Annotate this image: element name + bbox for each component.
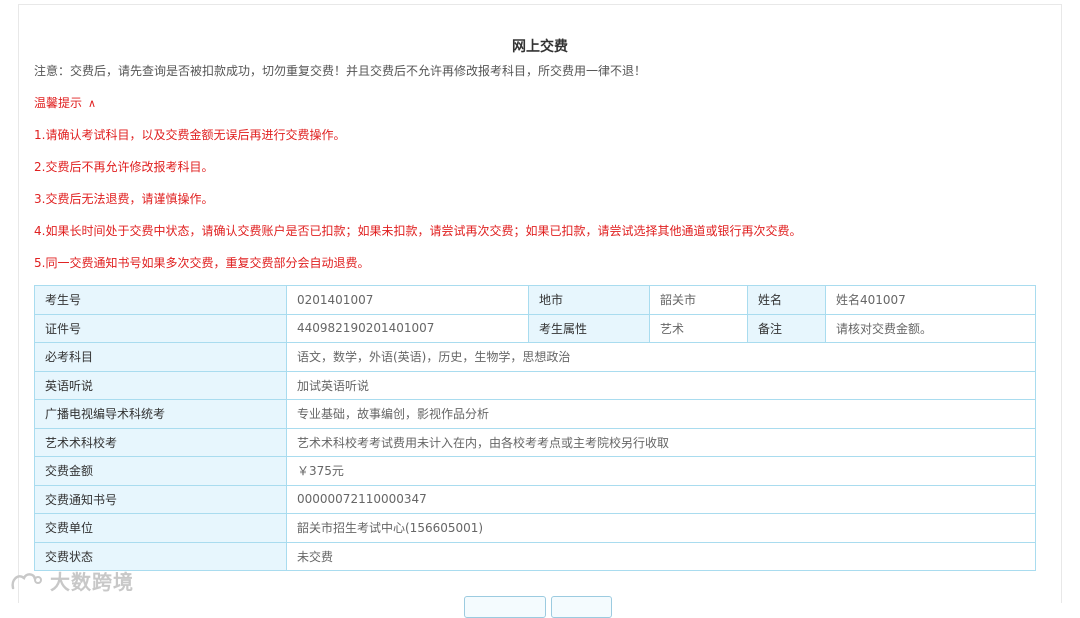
tip-item-2: 2.交费后不再允许修改报考科目。 [34,160,214,174]
page-title: 网上交费 [512,39,568,55]
tips-toggle[interactable]: 温馨提示 ∧ [34,94,96,111]
value-city: 韶关市 [649,285,748,315]
label-payee-unit: 交费单位 [34,513,287,543]
back-button[interactable] [551,596,612,618]
label-candidate-number: 考生号 [34,285,287,315]
value-id-number: 440982190201401007 [286,313,529,343]
value-broadcast-exam: 专业基础，故事编创，影视作品分析 [286,399,1036,429]
label-broadcast-exam: 广播电视编导术科统考 [34,399,287,429]
watermark-text: 大数跨境 [50,570,134,594]
value-payee-unit: 韶关市招生考试中心(156605001) [286,513,1036,543]
label-id-number: 证件号 [34,313,287,343]
table-row: 交费单位 韶关市招生考试中心(156605001) [34,513,1036,543]
label-remark: 备注 [747,313,826,343]
table-row: 艺术术科校考 艺术术科校考考试费用未计入在内，由各校考考点或主考院校另行收取 [34,427,1036,457]
value-notice-number: 00000072110000347 [286,484,1036,514]
tips-toggle-label: 温馨提示 [34,96,83,110]
label-name: 姓名 [747,285,826,315]
tip-item-3: 3.交费后无法退费，请谨慎操作。 [34,192,214,206]
value-english-listening: 加试英语听说 [286,370,1036,400]
label-art-school-exam: 艺术术科校考 [34,427,287,457]
label-candidate-type: 考生属性 [528,313,650,343]
tip-item-1: 1.请确认考试科目，以及交费金额无误后再进行交费操作。 [34,128,346,142]
value-art-school-exam: 艺术术科校考考试费用未计入在内，由各校考考点或主考院校另行收取 [286,427,1036,457]
payment-notice: 注意：交费后，请先查询是否被扣款成功，切勿重复交费！并且交费后不允许再修改报考科… [34,64,647,78]
watermark-logo-icon [11,572,42,589]
table-row: 必考科目 语文，数学，外语(英语)，历史，生物学，思想政治 [34,342,1036,372]
value-candidate-type: 艺术 [649,313,748,343]
label-notice-number: 交费通知书号 [34,484,287,514]
label-english-listening: 英语听说 [34,370,287,400]
label-payment-amount: 交费金额 [34,456,287,486]
tip-item-4: 4.如果长时间处于交费中状态，请确认交费账户是否已扣款；如果未扣款，请尝试再次交… [34,224,802,238]
table-row: 广播电视编导术科统考 专业基础，故事编创，影视作品分析 [34,399,1036,429]
label-city: 地市 [528,285,650,315]
chevron-up-icon: ∧ [88,97,97,110]
value-payment-amount: ￥375元 [286,456,1036,486]
watermark: 大数跨境 [10,566,134,595]
table-row: 证件号 440982190201401007 考生属性 艺术 备注 请核对交费金… [34,313,1036,343]
pay-button[interactable] [464,596,546,618]
value-candidate-number: 0201401007 [286,285,529,315]
table-row: 英语听说 加试英语听说 [34,370,1036,400]
payment-info-table: 考生号 0201401007 地市 韶关市 姓名 姓名401007 证件号 44… [34,285,1036,571]
tip-item-5: 5.同一交费通知书号如果多次交费，重复交费部分会自动退费。 [34,256,370,270]
label-required-subjects: 必考科目 [34,342,287,372]
table-row: 考生号 0201401007 地市 韶关市 姓名 姓名401007 [34,285,1036,315]
value-required-subjects: 语文，数学，外语(英语)，历史，生物学，思想政治 [286,342,1036,372]
table-row: 交费金额 ￥375元 [34,456,1036,486]
value-name: 姓名401007 [825,285,1036,315]
table-row: 交费通知书号 00000072110000347 [34,484,1036,514]
value-payment-status: 未交费 [286,541,1036,571]
table-row: 交费状态 未交费 [34,541,1036,571]
value-remark: 请核对交费金额。 [825,313,1036,343]
